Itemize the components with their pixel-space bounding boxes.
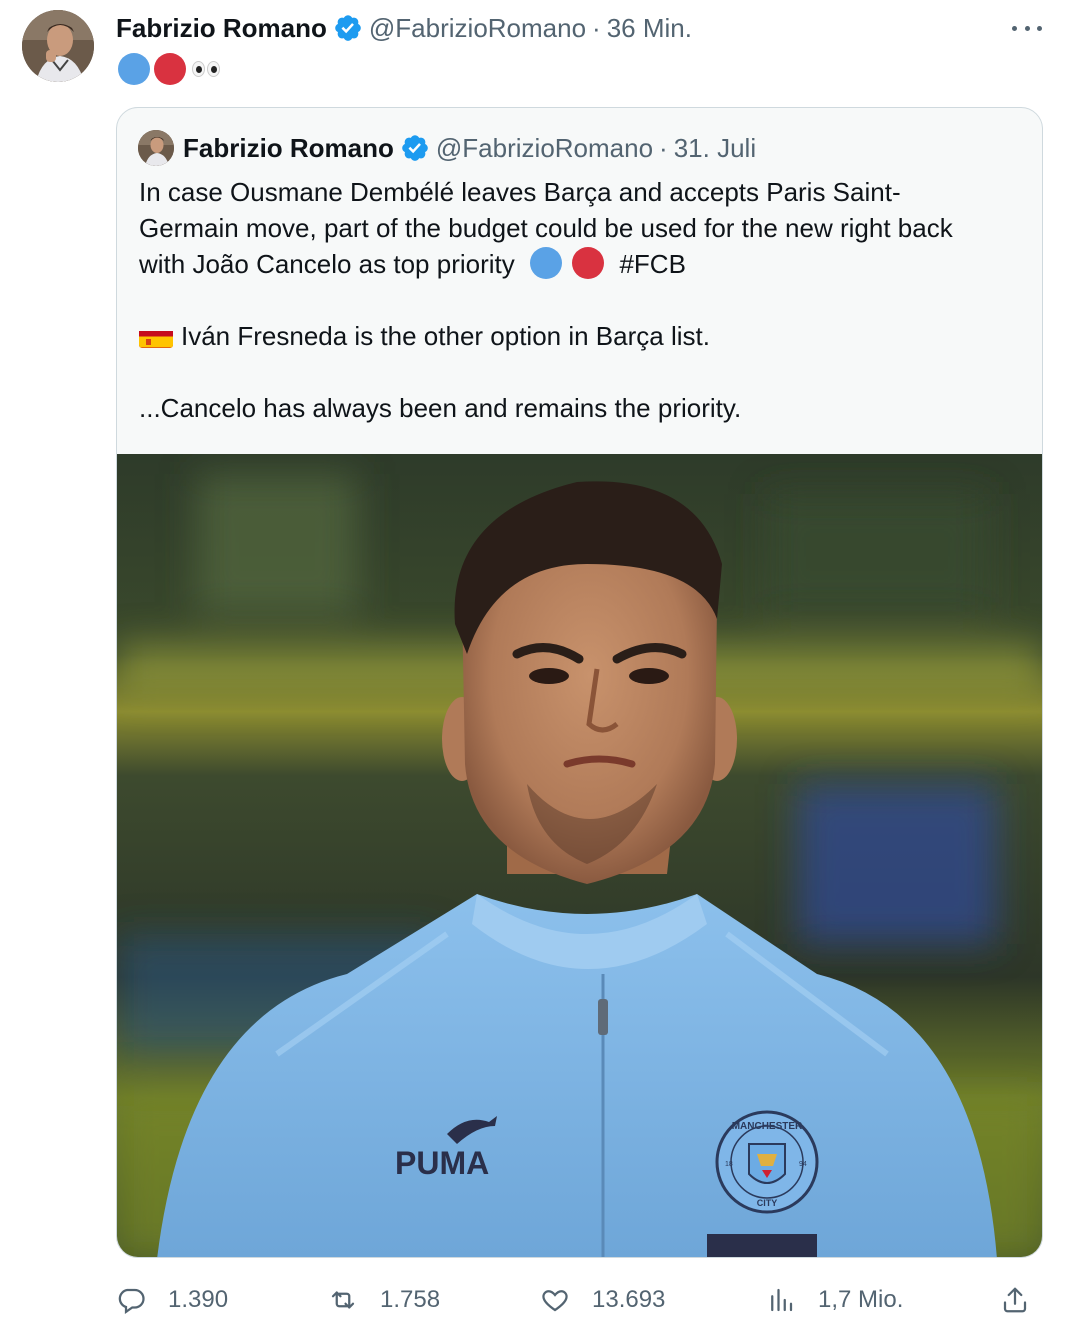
like-button[interactable]: 13.693 <box>540 1280 665 1320</box>
share-icon <box>1003 1287 1027 1313</box>
author-handle[interactable]: @FabrizioRomano <box>369 13 586 44</box>
hashtag-link[interactable]: #FCB <box>619 249 685 279</box>
quoted-author-handle: @FabrizioRomano <box>435 132 654 163</box>
eyes-emoji <box>192 61 220 77</box>
tweet-time[interactable]: 36 Min. <box>607 13 692 44</box>
share-button[interactable] <box>1000 1280 1030 1320</box>
crest-top-text: MANCHESTER <box>732 1121 803 1132</box>
reply-icon <box>118 1288 145 1315</box>
quoted-text-paragraph-3: ...Cancelo has always been and remains t… <box>139 393 742 423</box>
tweet-text <box>118 52 220 86</box>
red-circle-emoji <box>572 247 605 279</box>
repost-button[interactable]: 1.758 <box>328 1280 440 1320</box>
quoted-tweet-header: Fabrizio Romano @FabrizioRomano · 31. Ju… <box>138 130 756 166</box>
red-circle-emoji <box>154 53 186 85</box>
quoted-text-line-2: Germain move, part of the budget could b… <box>139 213 953 243</box>
blue-circle-emoji <box>529 247 562 279</box>
puma-logo-text: PUMA <box>395 1145 489 1181</box>
quoted-tweet-date: 31. Juli <box>673 132 757 163</box>
author-avatar[interactable] <box>22 10 94 82</box>
spain-flag-emoji <box>139 326 173 348</box>
reply-button[interactable]: 1.390 <box>116 1280 228 1320</box>
quoted-tweet-photo[interactable]: PUMA MANCHESTER CITY 18 94 <box>117 454 1042 1257</box>
tweet-header: Fabrizio Romano @FabrizioRomano · 36 Min… <box>116 10 692 46</box>
views-button[interactable]: 1,7 Mio. <box>766 1280 903 1320</box>
reply-count: 1.390 <box>168 1286 229 1313</box>
crest-bottom-text: CITY <box>757 1198 778 1208</box>
crest-year-left: 18 <box>725 1161 733 1168</box>
separator-dot: · <box>592 12 601 43</box>
analytics-icon <box>771 1288 793 1312</box>
author-name[interactable]: Fabrizio Romano <box>116 13 327 44</box>
like-count: 13.693 <box>592 1286 666 1313</box>
crest-year-right: 94 <box>799 1161 807 1168</box>
tweet-actions-bar: 1.390 1.758 13.693 1,7 Mio. <box>116 1280 1046 1320</box>
quoted-separator-dot: · <box>659 132 668 163</box>
blue-circle-emoji <box>118 53 150 85</box>
quoted-verified-badge-icon <box>402 135 428 161</box>
view-count: 1,7 Mio. <box>818 1286 904 1313</box>
heart-icon <box>542 1290 568 1312</box>
player-photo: PUMA MANCHESTER CITY 18 94 <box>117 454 1042 1257</box>
verified-badge-icon <box>335 15 361 41</box>
quoted-tweet[interactable]: Fabrizio Romano @FabrizioRomano · 31. Ju… <box>116 107 1043 1258</box>
repost-icon <box>331 1291 355 1309</box>
avatar-photo <box>22 10 94 82</box>
quoted-tweet-text: In case Ousmane Dembélé leaves Barça and… <box>139 174 1029 426</box>
quoted-author-name: Fabrizio Romano <box>183 132 394 163</box>
quoted-text-paragraph-2: Iván Fresneda is the other option in Bar… <box>181 321 710 351</box>
quoted-text-paragraph-2-wrapper: Iván Fresneda is the other option in Bar… <box>139 318 1029 354</box>
more-options-icon[interactable] <box>1012 16 1042 40</box>
quoted-author-avatar <box>138 130 174 166</box>
quoted-text-line-3-wrapper: with João Cancelo as top priority #FCB <box>139 246 1029 282</box>
quoted-text-line-3: with João Cancelo as top priority <box>139 249 515 279</box>
repost-count: 1.758 <box>380 1286 441 1313</box>
quoted-text-line-1: In case Ousmane Dembélé leaves Barça and… <box>139 177 901 207</box>
